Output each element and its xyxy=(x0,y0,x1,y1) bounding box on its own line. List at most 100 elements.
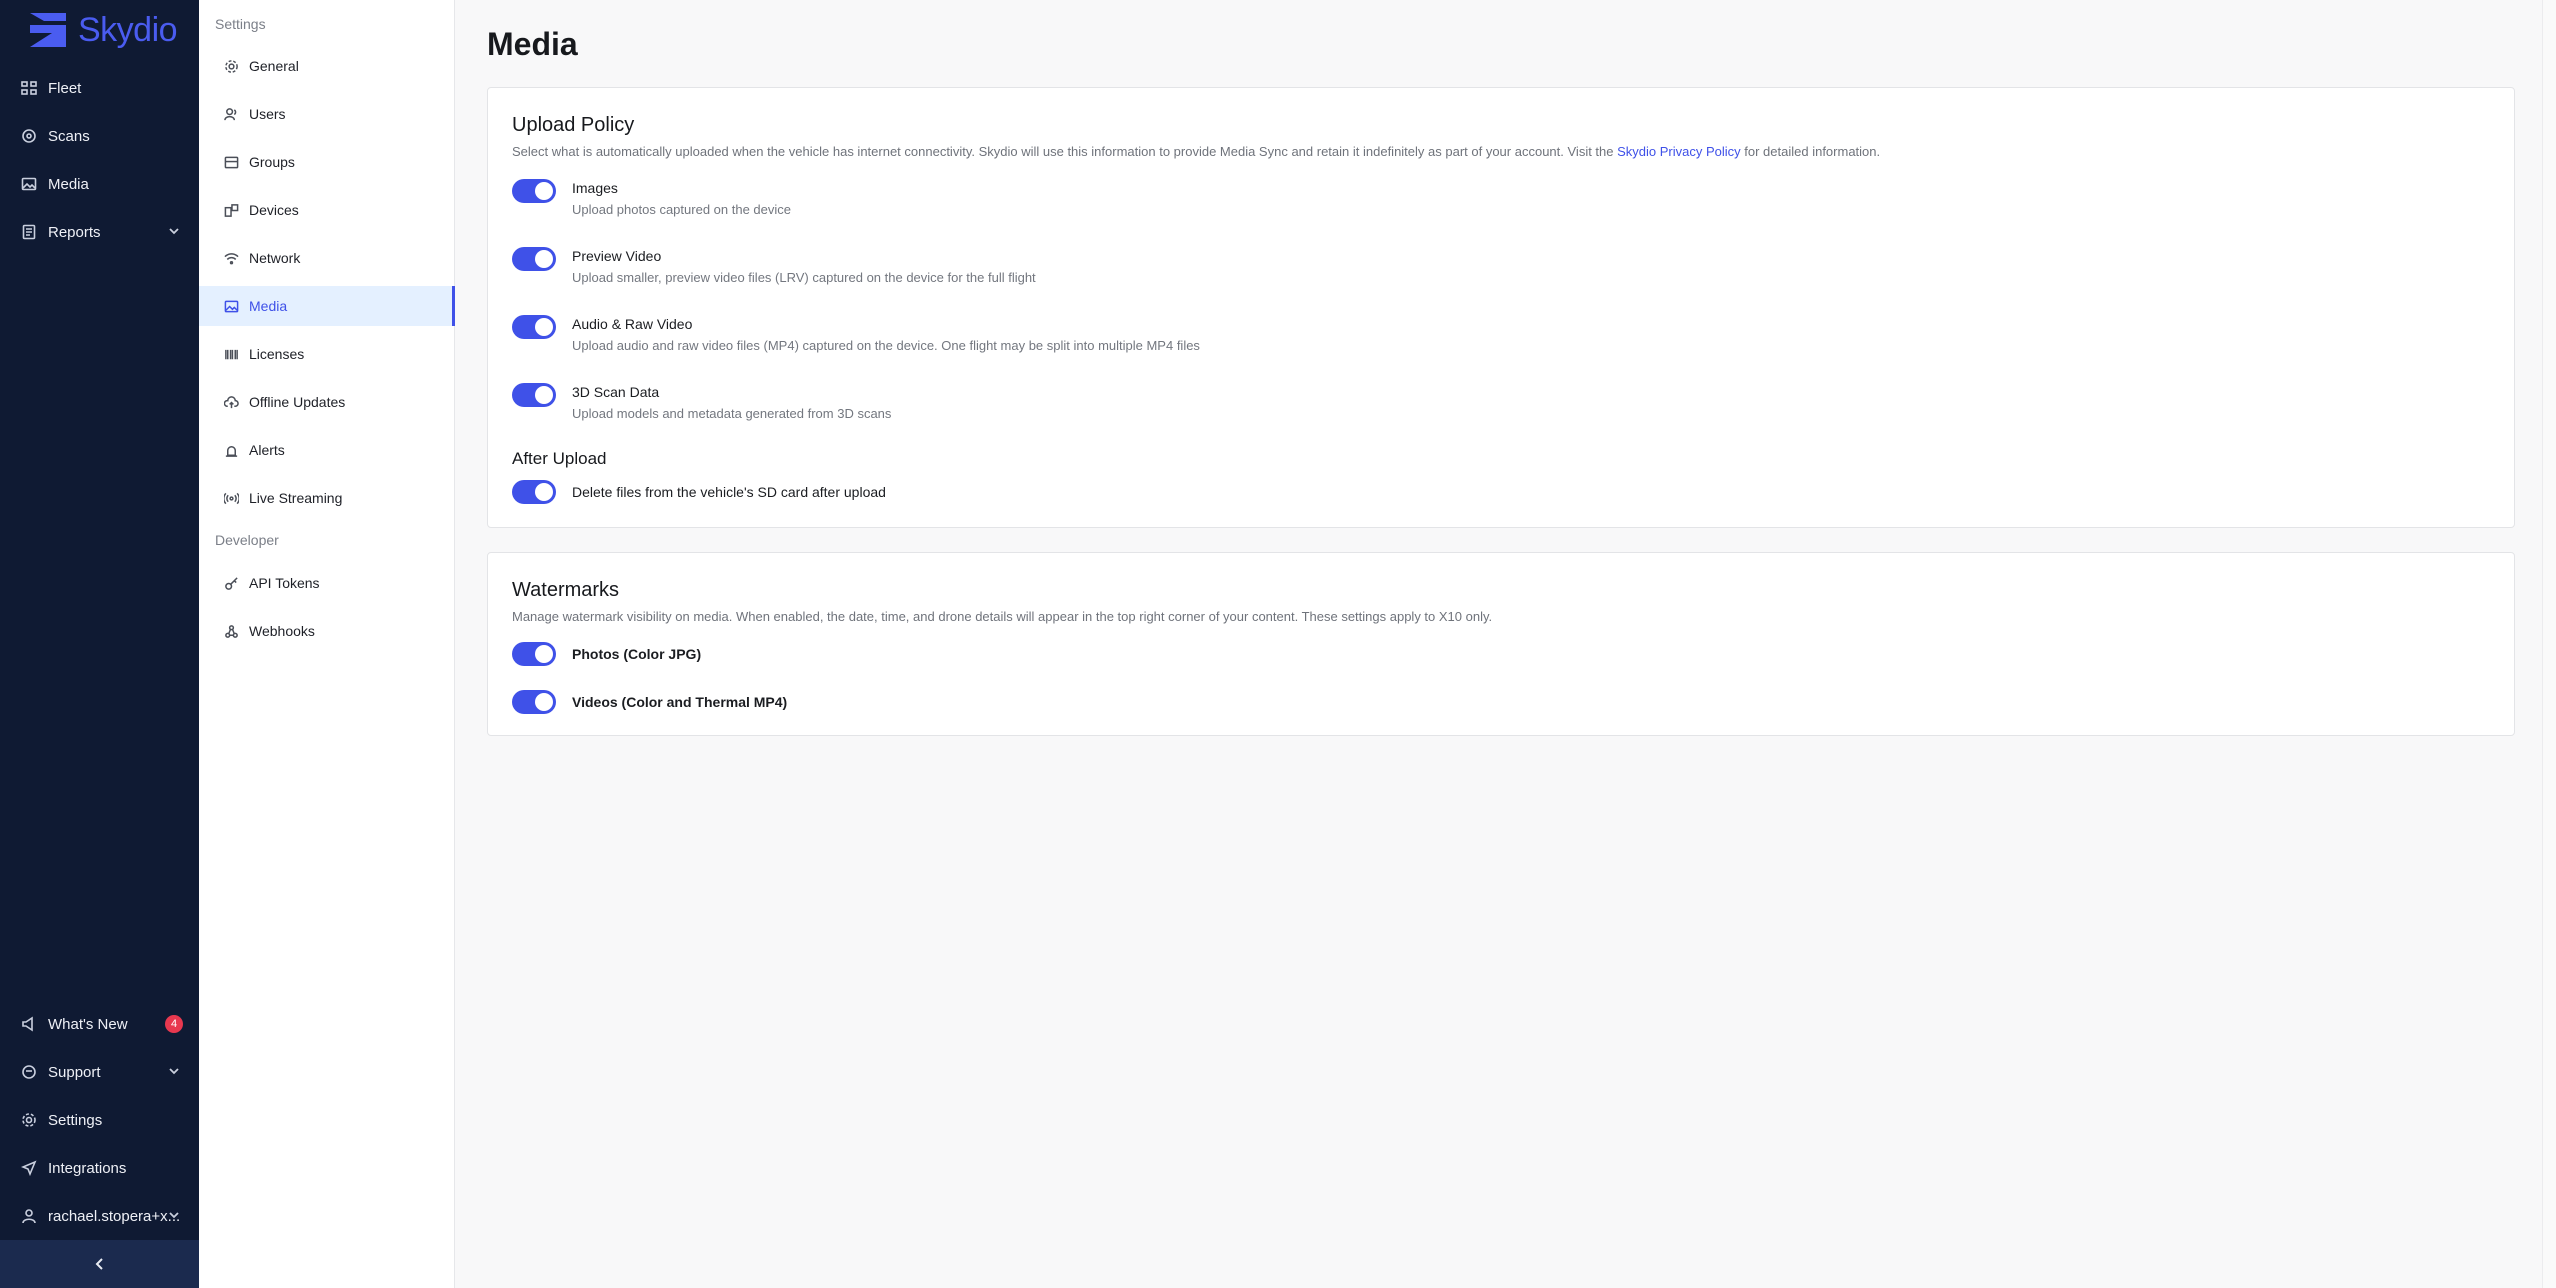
sidebar-item-label: API Tokens xyxy=(249,575,320,591)
sidebar-item-media[interactable]: Media xyxy=(199,286,455,326)
media-icon xyxy=(20,175,38,193)
nav-item-label: Media xyxy=(48,175,89,193)
send-icon xyxy=(20,1159,38,1177)
sidebar-item-label: Offline Updates xyxy=(249,394,346,410)
section-label-settings: Settings xyxy=(215,16,266,32)
nav-item-label: Scans xyxy=(48,127,90,145)
notification-badge: 4 xyxy=(165,1015,183,1033)
toggle-label: Delete files from the vehicle's SD card … xyxy=(572,484,886,500)
gear-icon xyxy=(223,58,239,74)
sidebar-item-users[interactable]: Users xyxy=(199,94,455,134)
users-icon xyxy=(223,106,239,122)
nav-item-reports[interactable]: Reports xyxy=(0,212,199,252)
sidebar-item-label: Devices xyxy=(249,202,299,218)
nav-item-integrations[interactable]: Integrations xyxy=(0,1148,199,1188)
wifi-icon xyxy=(223,250,239,266)
toggle-label: Preview Video xyxy=(572,248,662,264)
toggle-row-preview-video: Preview Video Upload smaller, preview vi… xyxy=(512,247,1036,287)
media-icon xyxy=(223,298,239,314)
preview-video-toggle[interactable] xyxy=(512,247,556,271)
sidebar-item-general[interactable]: General xyxy=(199,46,455,86)
devices-icon xyxy=(223,202,239,218)
sidebar-item-groups[interactable]: Groups xyxy=(199,142,455,182)
brand-name: Skydio xyxy=(78,10,178,49)
sidebar-item-network[interactable]: Network xyxy=(199,238,455,278)
alarm-icon xyxy=(223,442,239,458)
sidebar-item-licenses[interactable]: Licenses xyxy=(199,334,455,374)
megaphone-icon xyxy=(20,1015,38,1033)
3d-scan-data-toggle[interactable] xyxy=(512,383,556,407)
sidebar-item-label: Network xyxy=(249,250,301,266)
nav-item-label: What's New xyxy=(48,1015,128,1033)
section-label-developer: Developer xyxy=(215,532,279,548)
toggle-label: Images xyxy=(572,180,618,196)
chevron-left-icon xyxy=(95,1258,103,1270)
skydio-logo-icon xyxy=(30,13,66,47)
photos-watermark-toggle[interactable] xyxy=(512,642,556,666)
toggle-row-videos: Videos (Color and Thermal MP4) xyxy=(512,690,787,714)
toggle-label: Audio & Raw Video xyxy=(572,316,693,332)
toggle-label: Photos (Color JPG) xyxy=(572,646,702,662)
sidebar-item-label: Licenses xyxy=(249,346,305,362)
support-icon xyxy=(20,1063,38,1081)
sidebar-item-devices[interactable]: Devices xyxy=(199,190,455,230)
sidebar-item-label: Groups xyxy=(249,154,295,170)
videos-watermark-toggle[interactable] xyxy=(512,690,556,714)
nav-item-whats-new[interactable]: What's New 4 xyxy=(0,1004,199,1044)
toggle-description: Upload smaller, preview video files (LRV… xyxy=(572,270,1036,285)
delete-after-upload-toggle[interactable] xyxy=(512,480,556,504)
broadcast-icon xyxy=(223,490,239,506)
chevron-down-icon[interactable] xyxy=(167,1064,181,1078)
chevron-down-icon[interactable] xyxy=(167,1208,181,1222)
sidebar-item-label: Webhooks xyxy=(249,623,315,639)
toggle-description: Upload models and metadata generated fro… xyxy=(572,406,892,421)
webhook-icon xyxy=(223,623,239,639)
images-toggle[interactable] xyxy=(512,179,556,203)
nav-item-scans[interactable]: Scans xyxy=(0,116,199,156)
sidebar-item-label: Live Streaming xyxy=(249,490,343,506)
key-icon xyxy=(223,575,239,591)
watermarks-card: Watermarks Manage watermark visibility o… xyxy=(487,552,2515,736)
sidebar-item-label: Media xyxy=(249,298,288,314)
reports-icon xyxy=(20,223,38,241)
toggle-label: 3D Scan Data xyxy=(572,384,660,400)
after-upload-title: After Upload xyxy=(512,449,607,468)
cloud-upload-icon xyxy=(223,394,239,410)
nav-item-user[interactable]: rachael.stopera+x... xyxy=(0,1196,199,1236)
page-scrollbar[interactable] xyxy=(2542,0,2556,1288)
sidebar-item-api-tokens[interactable]: API Tokens xyxy=(199,563,455,603)
scans-icon xyxy=(20,127,38,145)
upload-policy-title: Upload Policy xyxy=(512,114,635,136)
toggle-label: Videos (Color and Thermal MP4) xyxy=(572,694,788,710)
page-title: Media xyxy=(487,26,578,62)
sidebar-item-webhooks[interactable]: Webhooks xyxy=(199,611,455,651)
collapse-nav-button[interactable] xyxy=(0,1240,199,1288)
nav-item-support[interactable]: Support xyxy=(0,1052,199,1092)
user-email: rachael.stopera+x... xyxy=(48,1207,181,1225)
privacy-policy-link[interactable]: Skydio Privacy Policy xyxy=(1617,144,1741,159)
sidebar-item-label: Users xyxy=(249,106,286,122)
main-nav: Skydio Fleet Scans Media Reports What's … xyxy=(0,0,199,1288)
skydio-logo[interactable]: Skydio xyxy=(26,6,178,54)
upload-policy-card: Upload Policy Select what is automatical… xyxy=(487,87,2515,528)
settings-sidebar: Settings General Users Groups Devices Ne… xyxy=(199,0,455,1288)
sidebar-item-label: Alerts xyxy=(249,442,285,458)
nav-item-settings[interactable]: Settings xyxy=(0,1100,199,1140)
nav-item-label: Fleet xyxy=(48,79,82,97)
audio-raw-video-toggle[interactable] xyxy=(512,315,556,339)
toggle-row-images: Images Upload photos captured on the dev… xyxy=(512,179,791,219)
watermarks-title: Watermarks xyxy=(512,579,620,601)
chevron-down-icon[interactable] xyxy=(167,224,181,238)
nav-item-label: Support xyxy=(48,1063,101,1081)
sidebar-item-label: General xyxy=(249,58,299,74)
nav-item-fleet[interactable]: Fleet xyxy=(0,68,199,108)
sidebar-item-alerts[interactable]: Alerts xyxy=(199,430,455,470)
sidebar-item-live-streaming[interactable]: Live Streaming xyxy=(199,478,455,518)
toggle-row-3d-scan-data: 3D Scan Data Upload models and metadata … xyxy=(512,383,891,423)
barcode-icon xyxy=(223,346,239,362)
toggle-description: Upload audio and raw video files (MP4) c… xyxy=(572,338,1200,353)
sidebar-item-offline-updates[interactable]: Offline Updates xyxy=(199,382,455,422)
nav-item-media[interactable]: Media xyxy=(0,164,199,204)
toggle-row-delete-after-upload: Delete files from the vehicle's SD card … xyxy=(512,480,886,504)
upload-policy-description: Select what is automatically uploaded wh… xyxy=(512,144,1880,159)
